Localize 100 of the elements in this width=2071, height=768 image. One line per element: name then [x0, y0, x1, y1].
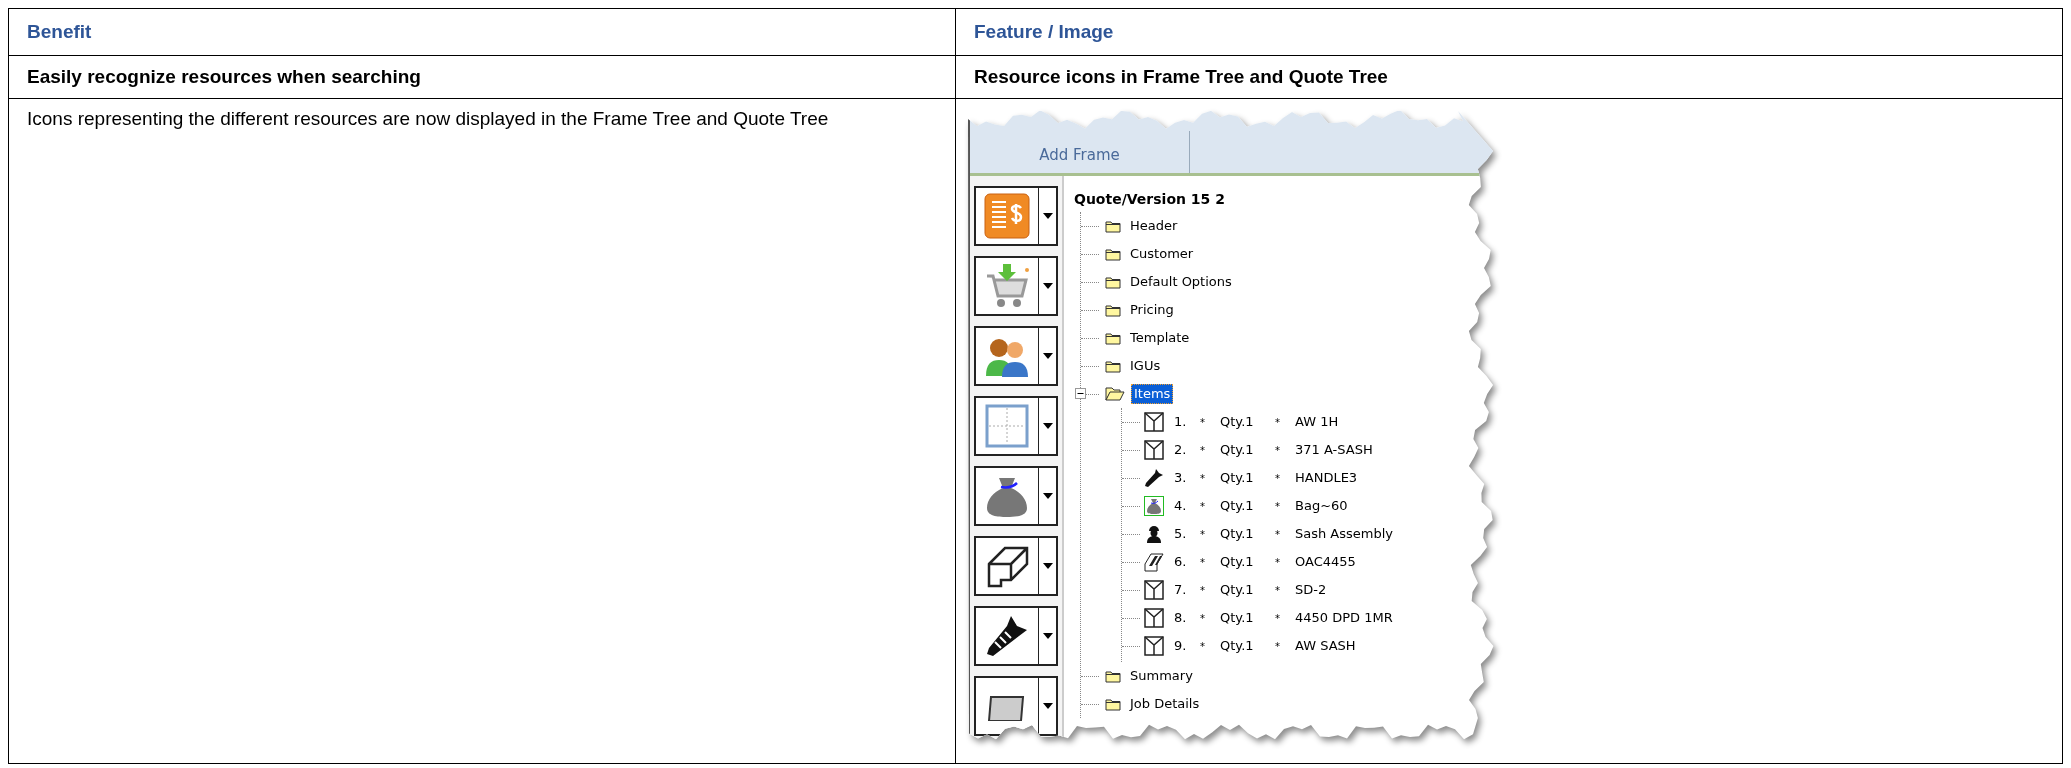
resource-button[interactable]: [974, 396, 1058, 456]
caret-icon: [1042, 423, 1053, 429]
folder-icon: [1105, 697, 1121, 711]
add-frame-button[interactable]: Add Frame: [970, 131, 1190, 173]
tree-item[interactable]: Job Details: [1127, 693, 1203, 715]
separator-mark: *: [1200, 611, 1206, 625]
frame-icon: [1144, 608, 1164, 628]
folder-icon: [1105, 331, 1121, 345]
separator-mark: *: [1275, 443, 1281, 457]
item-quantity: Qty.1: [1220, 609, 1255, 627]
item-number: 1.: [1174, 413, 1188, 431]
caret-icon: [1042, 283, 1053, 289]
caret-icon: [1042, 213, 1053, 219]
item-name: AW SASH: [1295, 637, 1356, 655]
separator-mark: *: [1275, 415, 1281, 429]
resource-button[interactable]: [974, 536, 1058, 596]
separator-mark: *: [1275, 583, 1281, 597]
separator-mark: *: [1200, 583, 1206, 597]
invoice-icon: [983, 192, 1031, 240]
resource-button[interactable]: [974, 326, 1058, 386]
item-quantity: Qty.1: [1220, 525, 1255, 543]
tree-item[interactable]: Default Options: [1127, 271, 1235, 293]
tree-item[interactable]: Items: [1131, 383, 1174, 405]
separator-mark: *: [1200, 527, 1206, 541]
item-number: 6.: [1174, 553, 1188, 571]
caret-icon: [1042, 353, 1053, 359]
item-number: 9.: [1174, 637, 1188, 655]
separator-mark: *: [1275, 611, 1281, 625]
folder-icon: [1105, 303, 1121, 317]
item-name: HANDLE3: [1295, 469, 1358, 487]
item-name: Bag~60: [1295, 497, 1348, 515]
item-number: 3.: [1174, 469, 1188, 487]
resource-button[interactable]: [974, 256, 1058, 316]
item-number: 8.: [1174, 609, 1188, 627]
caret-icon: [1042, 703, 1053, 709]
window-icon: [983, 402, 1031, 450]
item-quantity: Qty.1: [1220, 497, 1255, 515]
item-quantity: Qty.1: [1220, 469, 1255, 487]
frame-icon: [1144, 412, 1164, 432]
item-name: Sash Assembly: [1295, 525, 1394, 543]
separator-mark: *: [1200, 443, 1206, 457]
folder-icon: [1105, 275, 1121, 289]
separator-mark: *: [1275, 555, 1281, 569]
separator-mark: *: [1200, 639, 1206, 653]
separator-mark: *: [1200, 471, 1206, 485]
collapse-toggle-icon[interactable]: [1075, 388, 1086, 399]
separator-mark: *: [1275, 471, 1281, 485]
description-text: Icons representing the different resources are now displayed in the Frame Tree and Quote Tree: [27, 107, 829, 131]
item-number: 2.: [1174, 441, 1188, 459]
item-number: 7.: [1174, 581, 1188, 599]
tree-item[interactable]: Template: [1127, 327, 1193, 349]
profile-icon: [1144, 552, 1164, 572]
resource-button[interactable]: [974, 466, 1058, 526]
tree-item-row[interactable]: 5. * Qty.1 * Sash Assembly: [1122, 520, 1505, 548]
tree-item[interactable]: IGUs: [1127, 355, 1164, 377]
folder-icon: [1105, 669, 1121, 683]
item-name: AW 1H: [1295, 413, 1339, 431]
table-cell: Easily recognize resources when searching: [9, 56, 956, 99]
separator-mark: *: [1275, 527, 1281, 541]
tree-item[interactable]: Header: [1127, 215, 1181, 237]
frame-icon: [1144, 580, 1164, 600]
tree-item-row[interactable]: 9. * Qty.1 * AW SASH: [1122, 632, 1505, 660]
item-name: 4450 DPD 1MR: [1295, 609, 1393, 627]
item-quantity: Qty.1: [1220, 637, 1255, 655]
caret-icon: [1042, 493, 1053, 499]
worker-icon: [1144, 524, 1164, 544]
separator-mark: *: [1275, 499, 1281, 513]
item-number: 4.: [1174, 497, 1188, 515]
folder-icon: [1105, 247, 1121, 261]
caret-icon: [1042, 563, 1053, 569]
frame-icon: [1144, 636, 1164, 656]
caret-icon: [1042, 633, 1053, 639]
tree-item-row[interactable]: 4. * Qty.1 * Bag~60: [1122, 492, 1505, 520]
resource-button[interactable]: [974, 186, 1058, 246]
tree-item-row[interactable]: 6. * Qty.1 * OAC4455: [1122, 548, 1505, 576]
tree-item-row[interactable]: 1. * Qty.1 * AW 1H: [1122, 408, 1505, 436]
item-name: OAC4455: [1295, 553, 1356, 571]
separator-mark: *: [1275, 639, 1281, 653]
tree-item[interactable]: Customer: [1127, 243, 1197, 265]
item-number: 5.: [1174, 525, 1188, 543]
frame-icon: [1144, 440, 1164, 460]
bag-icon: [1144, 496, 1164, 516]
item-quantity: Qty.1: [1220, 581, 1255, 599]
screw-icon: [1144, 468, 1164, 488]
item-quantity: Qty.1: [1220, 441, 1255, 459]
resource-button[interactable]: [974, 606, 1058, 666]
tree-item[interactable]: Summary: [1127, 665, 1196, 687]
tree-item[interactable]: Pricing: [1127, 299, 1177, 321]
separator-mark: *: [1200, 499, 1206, 513]
tree-item-row[interactable]: 3. * Qty.1 * HANDLE3: [1122, 464, 1505, 492]
tree-item-row[interactable]: 8. * Qty.1 * 4450 DPD 1MR: [1122, 604, 1505, 632]
resource-button[interactable]: [974, 676, 1058, 736]
item-quantity: Qty.1: [1220, 413, 1255, 431]
item-name: SD-2: [1295, 581, 1327, 599]
item-quantity: Qty.1: [1220, 553, 1255, 571]
tree-item-row[interactable]: 7. * Qty.1 * SD-2: [1122, 576, 1505, 604]
tree-root[interactable]: Quote/Version 15 2: [1074, 186, 1505, 212]
tree-item-row[interactable]: 2. * Qty.1 * 371 A-SASH: [1122, 436, 1505, 464]
open-folder-icon: [1105, 387, 1125, 401]
folder-icon: [1105, 359, 1121, 373]
